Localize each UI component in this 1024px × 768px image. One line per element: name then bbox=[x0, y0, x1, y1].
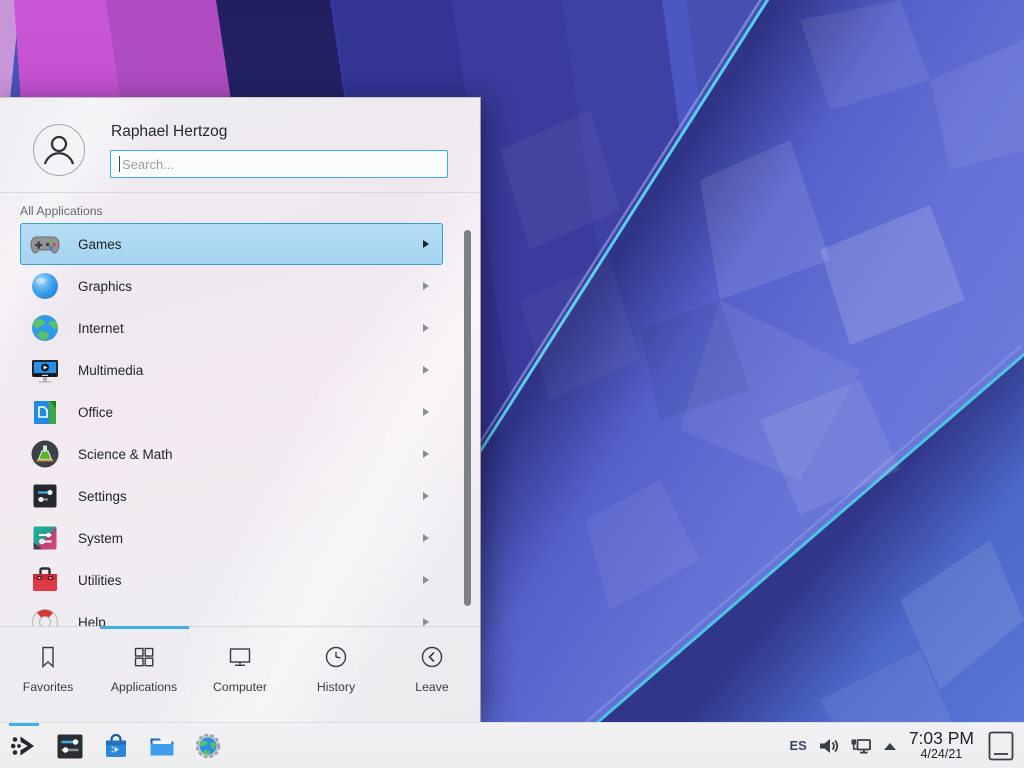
launcher-tab-bar: Favorites Applications Computer bbox=[0, 626, 480, 722]
blue-folder-icon bbox=[146, 730, 178, 762]
category-label: Office bbox=[78, 405, 423, 420]
category-label: Multimedia bbox=[78, 363, 423, 378]
tab-leave[interactable]: Leave bbox=[384, 627, 480, 722]
show-desktop-button[interactable] bbox=[986, 728, 1016, 764]
system-tray: ES 7:03 PM 4/24/21 bbox=[789, 728, 1016, 764]
tab-favorites[interactable]: Favorites bbox=[0, 627, 96, 722]
tab-label: Computer bbox=[213, 680, 267, 694]
category-item-graphics[interactable]: Graphics bbox=[20, 265, 443, 307]
kickoff-icon bbox=[8, 730, 40, 762]
taskbar-launcher-kickoff[interactable] bbox=[8, 730, 40, 762]
volume-icon[interactable] bbox=[817, 735, 839, 757]
settings-dark-icon bbox=[54, 730, 86, 762]
submenu-arrow-icon bbox=[423, 408, 429, 416]
category-item-multimedia[interactable]: Multimedia bbox=[20, 349, 443, 391]
globe-gear-icon bbox=[192, 730, 224, 762]
bookmark-icon bbox=[34, 643, 62, 671]
category-item-utilities[interactable]: Utilities bbox=[20, 559, 443, 601]
application-launcher-menu: Raphael Hertzog All Applications Games bbox=[0, 97, 481, 722]
network-wired-icon[interactable] bbox=[849, 734, 873, 758]
taskbar-launcher-konqueror[interactable] bbox=[192, 730, 224, 762]
tab-label: History bbox=[317, 680, 355, 694]
category-item-help[interactable]: Help bbox=[20, 601, 443, 627]
app-grid-icon bbox=[130, 643, 158, 671]
monitor-icon bbox=[226, 643, 254, 671]
science-flask-icon bbox=[29, 438, 61, 470]
category-item-science-math[interactable]: Science & Math bbox=[20, 433, 443, 475]
discover-bag-icon bbox=[100, 730, 132, 762]
submenu-arrow-icon bbox=[423, 450, 429, 458]
tab-applications[interactable]: Applications bbox=[96, 627, 192, 722]
clock-date: 4/24/21 bbox=[921, 748, 963, 762]
tab-label: Leave bbox=[415, 680, 449, 694]
category-item-internet[interactable]: Internet bbox=[20, 307, 443, 349]
multimedia-monitor-icon bbox=[29, 354, 61, 386]
submenu-arrow-icon bbox=[423, 324, 429, 332]
category-label: Games bbox=[78, 237, 423, 252]
category-label: Internet bbox=[78, 321, 423, 336]
category-item-office[interactable]: Office bbox=[20, 391, 443, 433]
active-task-indicator bbox=[9, 723, 39, 726]
category-item-games[interactable]: Games bbox=[20, 223, 443, 265]
gamepad-icon bbox=[29, 228, 61, 260]
active-tab-indicator bbox=[100, 626, 189, 629]
submenu-arrow-icon bbox=[423, 282, 429, 290]
digital-clock[interactable]: 7:03 PM 4/24/21 bbox=[909, 729, 974, 761]
office-document-icon bbox=[29, 396, 61, 428]
tab-label: Applications bbox=[111, 680, 177, 694]
section-label: All Applications bbox=[20, 204, 480, 218]
user-name: Raphael Hertzog bbox=[111, 123, 448, 141]
graphics-sphere-icon bbox=[29, 270, 61, 302]
taskbar-launcher-system-settings[interactable] bbox=[54, 730, 86, 762]
category-label: Graphics bbox=[78, 279, 423, 294]
system-sliders-icon bbox=[29, 522, 61, 554]
launcher-header: Raphael Hertzog bbox=[0, 98, 480, 193]
search-input[interactable] bbox=[110, 150, 448, 178]
category-item-settings[interactable]: Settings bbox=[20, 475, 443, 517]
user-avatar[interactable] bbox=[33, 124, 85, 176]
scrollbar-thumb[interactable] bbox=[464, 230, 471, 606]
submenu-arrow-icon bbox=[423, 492, 429, 500]
submenu-arrow-icon bbox=[423, 576, 429, 584]
utilities-toolbox-icon bbox=[29, 564, 61, 596]
taskbar-launcher-discover[interactable] bbox=[100, 730, 132, 762]
leave-circle-icon bbox=[418, 643, 446, 671]
category-label: Utilities bbox=[78, 573, 423, 588]
tab-label: Favorites bbox=[23, 680, 74, 694]
globe-icon bbox=[29, 312, 61, 344]
settings-sliders-icon bbox=[29, 480, 61, 512]
taskbar-launcher-dolphin[interactable] bbox=[146, 730, 178, 762]
clock-time: 7:03 PM bbox=[909, 729, 974, 748]
keyboard-layout-indicator[interactable]: ES bbox=[789, 738, 806, 753]
category-label: Settings bbox=[78, 489, 423, 504]
application-category-list: Games Graphics bbox=[0, 223, 480, 627]
clock-icon bbox=[322, 643, 350, 671]
taskbar-panel: ES 7:03 PM 4/24/21 bbox=[0, 722, 1024, 768]
category-item-system[interactable]: System bbox=[20, 517, 443, 559]
help-lifebuoy-icon bbox=[29, 606, 61, 627]
submenu-arrow-icon bbox=[423, 366, 429, 374]
submenu-arrow-icon bbox=[423, 534, 429, 542]
category-label: Science & Math bbox=[78, 447, 423, 462]
submenu-arrow-icon bbox=[423, 618, 429, 626]
tab-history[interactable]: History bbox=[288, 627, 384, 722]
submenu-arrow-icon bbox=[423, 240, 429, 248]
category-label: System bbox=[78, 531, 423, 546]
expand-caret-icon[interactable] bbox=[883, 741, 897, 751]
text-cursor bbox=[119, 156, 120, 172]
tab-computer[interactable]: Computer bbox=[192, 627, 288, 722]
desktop: Raphael Hertzog All Applications Games bbox=[0, 0, 1024, 768]
